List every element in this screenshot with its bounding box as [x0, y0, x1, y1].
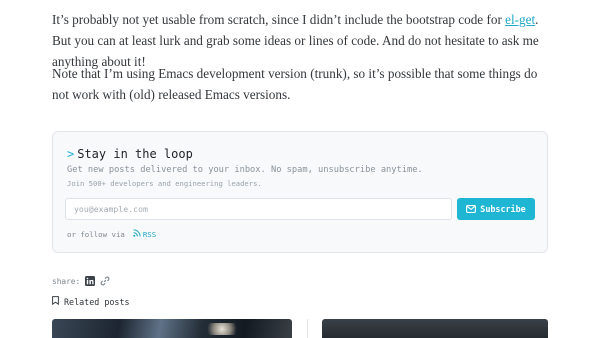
related-posts-heading: Related posts — [52, 296, 130, 307]
rss-icon — [133, 229, 141, 239]
newsletter-title: > Stay in the loop — [67, 147, 193, 161]
link-icon[interactable] — [100, 276, 110, 286]
mail-icon — [466, 205, 477, 213]
email-input[interactable] — [65, 198, 452, 220]
subscribe-button[interactable]: Subscribe — [457, 198, 535, 220]
share-label: share: — [52, 276, 81, 286]
paragraph-text: It’s probably not yet usable from scratc… — [52, 12, 506, 27]
related-post-thumbnail[interactable] — [322, 319, 548, 338]
related-posts-label: Related posts — [64, 296, 130, 307]
el-get-link[interactable]: el-get — [505, 12, 535, 27]
newsletter-title-text: Stay in the loop — [77, 147, 193, 161]
bookmark-icon — [52, 296, 59, 307]
newsletter-description: Get new posts delivered to your inbox. N… — [67, 165, 423, 175]
follow-row: or follow via RSS — [67, 229, 156, 239]
linkedin-icon[interactable] — [85, 276, 96, 286]
newsletter-subtext: Join 500+ developers and engineering lea… — [67, 179, 262, 188]
subscribe-label: Subscribe — [480, 204, 526, 214]
article-paragraph-2: Note that I’m using Emacs development ve… — [52, 66, 538, 102]
thumbnail-highlight — [202, 323, 242, 335]
rss-label: RSS — [142, 229, 157, 239]
follow-text: or follow via — [67, 229, 125, 239]
related-post-thumbnail[interactable] — [52, 319, 292, 338]
newsletter-card: > Stay in the loop Get new posts delivere… — [52, 131, 548, 253]
rss-link[interactable]: RSS — [133, 229, 156, 239]
prompt-glyph: > — [67, 147, 75, 161]
share-row: share: — [52, 276, 110, 286]
column-divider — [307, 319, 308, 338]
